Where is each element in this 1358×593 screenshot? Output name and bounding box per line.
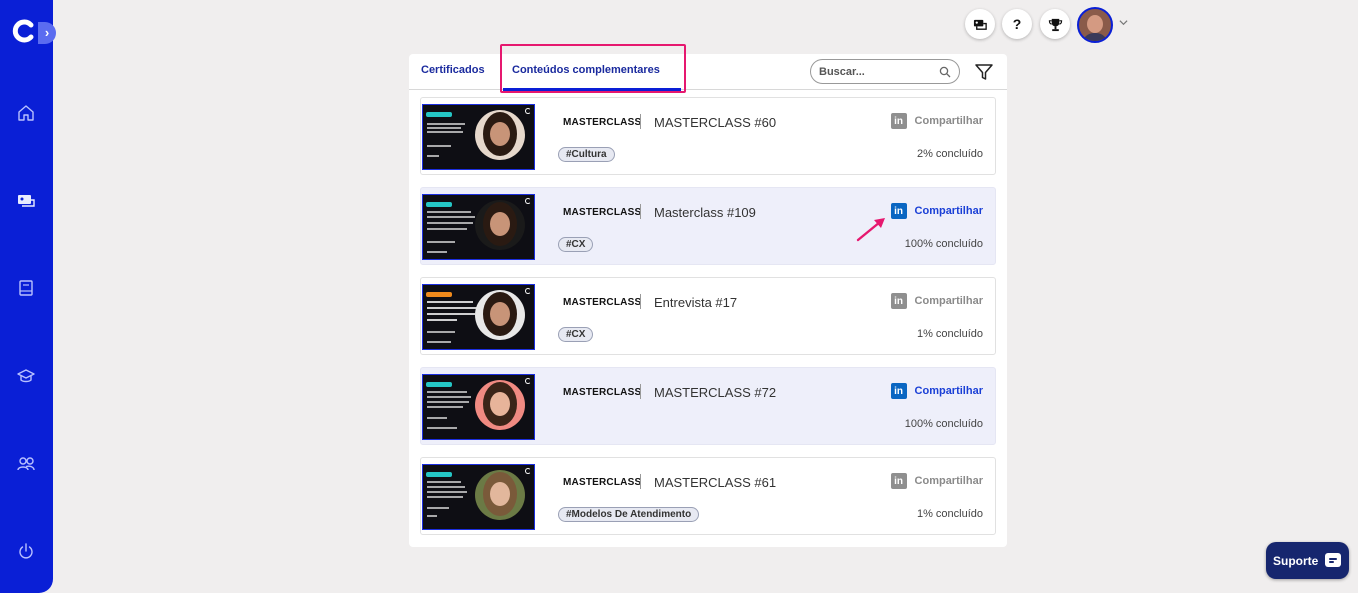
divider (640, 474, 641, 489)
content-thumbnail[interactable] (422, 374, 535, 440)
user-avatar[interactable] (1077, 7, 1113, 43)
linkedin-icon: in (890, 383, 907, 399)
annotation-highlight-box (500, 44, 686, 93)
content-type: MASTERCLASS (563, 477, 642, 488)
power-icon[interactable] (16, 541, 36, 561)
divider (640, 204, 641, 219)
content-type: MASTERCLASS (563, 117, 642, 128)
share-label: Compartilhar (914, 115, 983, 127)
share-label: Compartilhar (914, 385, 983, 397)
content-type: MASTERCLASS (563, 297, 642, 308)
users-icon[interactable] (16, 454, 36, 474)
share-linkedin-button[interactable]: in Compartilhar (890, 473, 983, 489)
book-icon[interactable] (16, 278, 36, 298)
sidebar-expand-button[interactable]: › (38, 22, 56, 44)
trophy-icon[interactable] (1040, 9, 1070, 39)
home-icon[interactable] (16, 103, 36, 123)
brand-mark-icon (525, 288, 531, 294)
hashtag-badge[interactable]: #Cultura (558, 147, 615, 162)
search-icon[interactable] (939, 66, 951, 78)
hashtag-badge[interactable]: #CX (558, 237, 594, 252)
avatar-shirt (1082, 33, 1108, 41)
annotation-arrow-icon (856, 218, 885, 242)
content-title: Masterclass #109 (654, 205, 756, 220)
help-icon[interactable]: ? (1002, 9, 1032, 39)
content-type: MASTERCLASS (563, 387, 642, 398)
speaker-portrait (475, 200, 525, 250)
content-title: Entrevista #17 (654, 295, 738, 310)
thumbnail-tag (426, 112, 452, 117)
hashtag-badge[interactable]: #CX (558, 327, 594, 342)
content-title: MASTERCLASS #61 (654, 475, 777, 490)
speaker-portrait (475, 110, 525, 160)
thumbnail-tag (426, 202, 452, 207)
speaker-portrait (475, 380, 525, 430)
speaker-portrait (475, 290, 525, 340)
content-title: MASTERCLASS #60 (654, 115, 777, 130)
linkedin-icon: in (890, 293, 907, 309)
content-card[interactable]: MASTERCLASS MASTERCLASS #72 in Compartil… (420, 367, 996, 445)
brand-mark-icon (525, 378, 531, 384)
courses-icon[interactable] (16, 191, 36, 211)
tab-bar: Certificados Conteúdos complementares (409, 44, 1007, 93)
share-linkedin-button[interactable]: in Compartilhar (890, 383, 983, 399)
content-thumbnail[interactable] (422, 194, 535, 260)
linkedin-icon: in (890, 203, 907, 219)
chevron-down-icon[interactable] (1119, 18, 1128, 30)
brand-mark-icon (525, 108, 531, 114)
content-thumbnail[interactable] (422, 464, 535, 530)
share-label: Compartilhar (914, 475, 983, 487)
avatar-face (1087, 15, 1103, 33)
content-card[interactable]: MASTERCLASS Masterclass #109 #CX in Comp… (420, 187, 996, 265)
progress-text: 1% concluído (916, 328, 983, 340)
content-card[interactable]: MASTERCLASS MASTERCLASS #60 #Cultura in … (420, 97, 996, 175)
search-box[interactable] (810, 59, 960, 84)
share-linkedin-button[interactable]: in Compartilhar (890, 203, 983, 219)
chat-icon (1325, 553, 1341, 567)
divider (640, 384, 641, 399)
sidebar: › (0, 0, 56, 593)
share-linkedin-button[interactable]: in Compartilhar (890, 293, 983, 309)
progress-text: 100% concluído (904, 418, 983, 430)
share-label: Compartilhar (914, 295, 983, 307)
thumbnail-tag (426, 382, 452, 387)
chat-board-icon[interactable] (965, 9, 995, 39)
hashtag-badge[interactable]: #Modelos De Atendimento (558, 507, 700, 522)
support-label: Suporte (1273, 553, 1319, 568)
content-card[interactable]: MASTERCLASS MASTERCLASS #61 #Modelos De … (420, 457, 996, 535)
content-thumbnail[interactable] (422, 284, 535, 350)
filter-icon[interactable] (974, 62, 994, 82)
search-input[interactable] (819, 64, 937, 80)
thumbnail-tag (426, 292, 452, 297)
content-panel: Certificados Conteúdos complementares MA… (409, 44, 1007, 547)
logo-icon[interactable] (12, 18, 38, 44)
content-type: MASTERCLASS (563, 207, 642, 218)
tab-certificados[interactable]: Certificados (421, 64, 485, 76)
speaker-portrait (475, 470, 525, 520)
brand-mark-icon (525, 198, 531, 204)
content-title: MASTERCLASS #72 (654, 385, 777, 400)
divider (640, 294, 641, 309)
thumbnail-tag (426, 472, 452, 477)
linkedin-icon: in (890, 113, 907, 129)
linkedin-icon: in (890, 473, 907, 489)
brand-mark-icon (525, 468, 531, 474)
progress-text: 2% concluído (916, 148, 983, 160)
progress-text: 100% concluído (904, 238, 983, 250)
share-label: Compartilhar (914, 205, 983, 217)
content-thumbnail[interactable] (422, 104, 535, 170)
progress-text: 1% concluído (916, 508, 983, 520)
content-card[interactable]: MASTERCLASS Entrevista #17 #CX in Compar… (420, 277, 996, 355)
support-button[interactable]: Suporte (1266, 542, 1349, 579)
share-linkedin-button[interactable]: in Compartilhar (890, 113, 983, 129)
divider (640, 114, 641, 129)
graduation-cap-icon[interactable] (16, 366, 36, 386)
